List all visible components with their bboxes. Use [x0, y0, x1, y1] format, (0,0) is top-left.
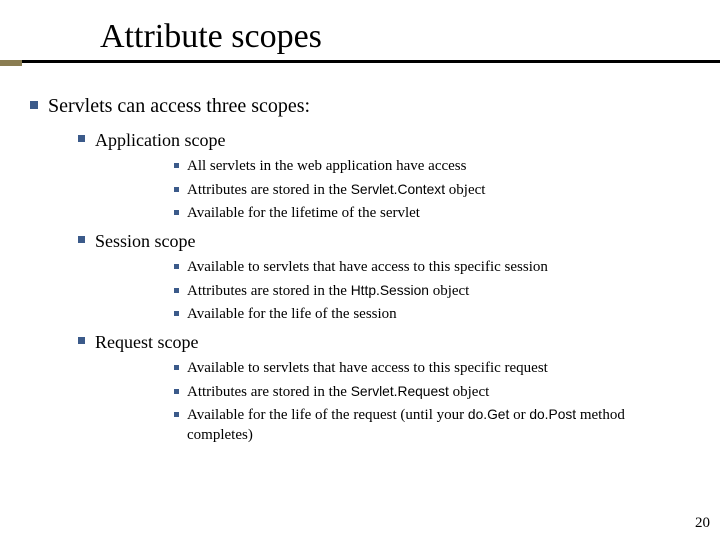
- bullet-icon: [174, 187, 179, 192]
- bullet-icon: [78, 135, 85, 142]
- bullet-icon: [174, 311, 179, 316]
- list-item-text: Attributes are stored in the Http.Sessio…: [187, 281, 690, 301]
- list-item-text: All servlets in the web application have…: [187, 156, 690, 176]
- text-run: object: [449, 384, 489, 400]
- bullet-icon: [174, 389, 179, 394]
- code-run: do.Get: [468, 407, 509, 422]
- level3-list: Available to servlets that have access t…: [78, 257, 690, 324]
- list-item-text: Session scope: [95, 229, 690, 253]
- list-item: Attributes are stored in the Servlet.Con…: [174, 180, 690, 200]
- list-item: All servlets in the web application have…: [174, 156, 690, 176]
- code-run: Servlet.Context: [351, 182, 445, 197]
- bullet-icon: [174, 163, 179, 168]
- text-run: Attributes are stored in the: [187, 384, 351, 400]
- text-run: Available for the lifetime of the servle…: [187, 205, 420, 221]
- list-item: Available for the life of the request (u…: [174, 405, 690, 446]
- text-run: Attributes are stored in the: [187, 283, 351, 299]
- list-item: Application scope: [78, 128, 690, 152]
- list-item-text: Attributes are stored in the Servlet.Req…: [187, 382, 690, 402]
- level1-list: Servlets can access three scopes: Applic…: [30, 93, 690, 445]
- list-item: Attributes are stored in the Servlet.Req…: [174, 382, 690, 402]
- level3-list: Available to servlets that have access t…: [78, 358, 690, 445]
- title-area: Attribute scopes: [0, 0, 720, 66]
- list-item-text: Available for the lifetime of the servle…: [187, 203, 690, 223]
- text-run: Attributes are stored in the: [187, 182, 351, 198]
- text-run: object: [445, 182, 485, 198]
- list-item-text: Request scope: [95, 330, 690, 354]
- text-run: Available for the life of the request (u…: [187, 407, 468, 423]
- bullet-icon: [174, 412, 179, 417]
- slide-body: Servlets can access three scopes: Applic…: [0, 66, 720, 445]
- page-number: 20: [695, 515, 710, 532]
- level2-list: Application scope All servlets in the we…: [30, 128, 690, 445]
- list-item: Servlets can access three scopes:: [30, 93, 690, 120]
- code-run: do.Post: [529, 407, 576, 422]
- text-run: Available to servlets that have access t…: [187, 360, 548, 376]
- code-run: Http.Session: [351, 283, 429, 298]
- list-item: Available for the life of the session: [174, 304, 690, 324]
- list-item: Available to servlets that have access t…: [174, 358, 690, 378]
- text-run: All servlets in the web application have…: [187, 158, 467, 174]
- slide-title: Attribute scopes: [100, 18, 720, 56]
- text-run: object: [429, 283, 469, 299]
- list-item-text: Servlets can access three scopes:: [48, 93, 690, 120]
- list-item-text: Available to servlets that have access t…: [187, 358, 690, 378]
- bullet-icon: [30, 101, 38, 109]
- list-item: Available for the lifetime of the servle…: [174, 203, 690, 223]
- list-item-text: Application scope: [95, 128, 690, 152]
- text-run: Available to servlets that have access t…: [187, 259, 548, 275]
- list-item-text: Available for the life of the session: [187, 304, 690, 324]
- list-item: Attributes are stored in the Http.Sessio…: [174, 281, 690, 301]
- bullet-icon: [174, 210, 179, 215]
- list-item: Request scope: [78, 330, 690, 354]
- list-item: Session scope: [78, 229, 690, 253]
- level3-list: All servlets in the web application have…: [78, 156, 690, 223]
- bullet-icon: [174, 264, 179, 269]
- list-item-text: Attributes are stored in the Servlet.Con…: [187, 180, 690, 200]
- text-run: Available for the life of the session: [187, 306, 397, 322]
- text-run: or: [509, 407, 529, 423]
- list-item: Available to servlets that have access t…: [174, 257, 690, 277]
- code-run: Servlet.Request: [351, 384, 449, 399]
- list-item-text: Available for the life of the request (u…: [187, 405, 690, 446]
- bullet-icon: [78, 236, 85, 243]
- slide: Attribute scopes Servlets can access thr…: [0, 0, 720, 540]
- rule-accent: [0, 60, 22, 66]
- list-item-text: Available to servlets that have access t…: [187, 257, 690, 277]
- bullet-icon: [174, 365, 179, 370]
- rule-line: [22, 60, 720, 63]
- bullet-icon: [174, 288, 179, 293]
- bullet-icon: [78, 337, 85, 344]
